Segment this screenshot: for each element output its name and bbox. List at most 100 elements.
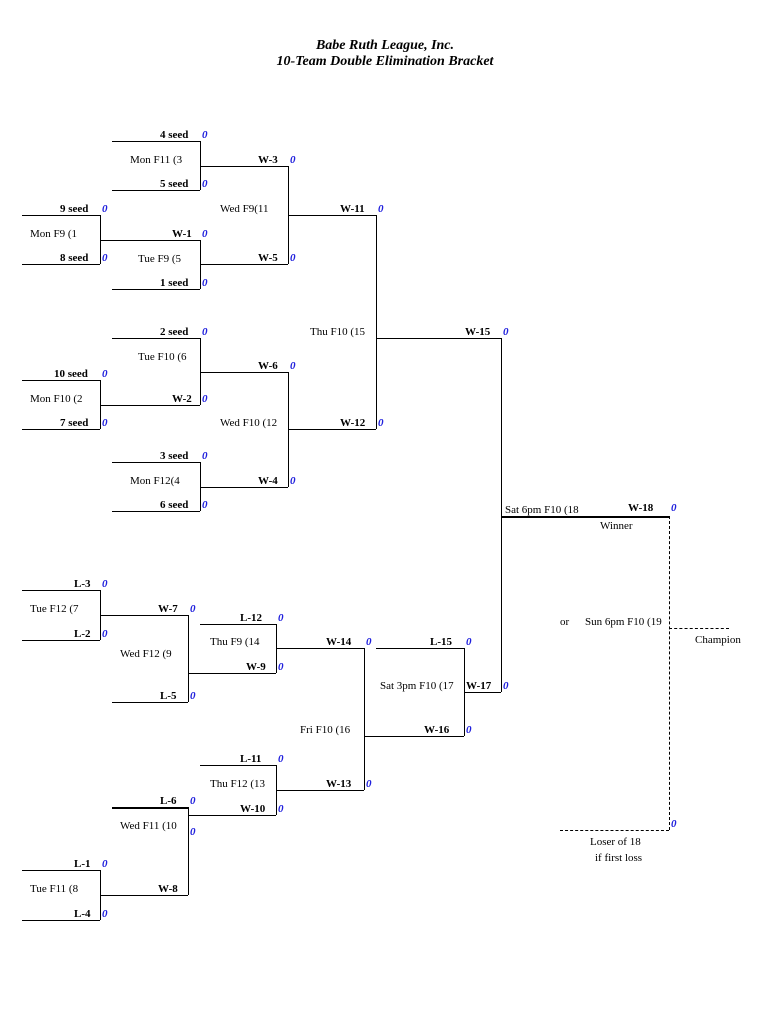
score: 0 xyxy=(290,475,296,487)
adv-l15: L-15 xyxy=(430,636,452,648)
adv-l6: L-6 xyxy=(160,795,177,807)
score: 0 xyxy=(290,360,296,372)
game-18: Sat 6pm F10 (18 xyxy=(505,504,579,516)
score: 0 xyxy=(290,154,296,166)
adv-w7: W-7 xyxy=(158,603,178,615)
score: 0 xyxy=(671,818,677,830)
adv-w10: W-10 xyxy=(240,803,265,815)
score: 0 xyxy=(102,203,108,215)
winner-label: Winner xyxy=(600,520,633,532)
champion-label: Champion xyxy=(695,634,741,646)
adv-w17: W-17 xyxy=(466,680,491,692)
score: 0 xyxy=(366,778,372,790)
score: 0 xyxy=(102,578,108,590)
game-3: Mon F11 (3 xyxy=(130,154,182,166)
adv-w8: W-8 xyxy=(158,883,178,895)
game-8: Tue F11 (8 xyxy=(30,883,78,895)
score: 0 xyxy=(202,393,208,405)
adv-l2: L-2 xyxy=(74,628,91,640)
adv-w6: W-6 xyxy=(258,360,278,372)
score: 0 xyxy=(190,795,196,807)
score: 0 xyxy=(466,636,472,648)
score: 0 xyxy=(278,753,284,765)
adv-l5: L-5 xyxy=(160,690,177,702)
seed-1: 1 seed xyxy=(160,277,188,289)
score: 0 xyxy=(102,908,108,920)
game-6: Tue F10 (6 xyxy=(138,351,187,363)
score: 0 xyxy=(102,417,108,429)
seed-4: 4 seed xyxy=(160,129,188,141)
score: 0 xyxy=(202,178,208,190)
bracket-diagram: 9 seed 0 8 seed 0 Mon F9 (1 10 seed 0 7 … xyxy=(0,0,770,1024)
score: 0 xyxy=(466,724,472,736)
score: 0 xyxy=(102,252,108,264)
adv-w14: W-14 xyxy=(326,636,351,648)
score: 0 xyxy=(366,636,372,648)
score: 0 xyxy=(102,628,108,640)
adv-l12: L-12 xyxy=(240,612,262,624)
score: 0 xyxy=(278,803,284,815)
game-9: Wed F12 (9 xyxy=(120,648,172,660)
score: 0 xyxy=(102,858,108,870)
adv-l3: L-3 xyxy=(74,578,91,590)
or-label: or xyxy=(560,616,569,628)
game-4: Mon F12(4 xyxy=(130,475,180,487)
score: 0 xyxy=(190,690,196,702)
score: 0 xyxy=(503,680,509,692)
seed-9: 9 seed xyxy=(60,203,88,215)
game-10: Wed F11 (10 xyxy=(120,820,177,832)
game-12: Wed F10 (12 xyxy=(220,417,277,429)
score: 0 xyxy=(202,277,208,289)
adv-w15: W-15 xyxy=(465,326,490,338)
game-16: Fri F10 (16 xyxy=(300,724,350,736)
adv-w13: W-13 xyxy=(326,778,351,790)
score: 0 xyxy=(102,368,108,380)
score: 0 xyxy=(202,228,208,240)
seed-10: 10 seed xyxy=(54,368,88,380)
adv-l4: L-4 xyxy=(74,908,91,920)
score: 0 xyxy=(378,417,384,429)
game-1: Mon F9 (1 xyxy=(30,228,77,240)
game-5: Tue F9 (5 xyxy=(138,253,181,265)
adv-w18: W-18 xyxy=(628,502,653,514)
game-17: Sat 3pm F10 (17 xyxy=(380,680,454,692)
game-13: Thu F12 (13 xyxy=(210,778,265,790)
seed-3: 3 seed xyxy=(160,450,188,462)
adv-w3: W-3 xyxy=(258,154,278,166)
adv-w4: W-4 xyxy=(258,475,278,487)
seed-2: 2 seed xyxy=(160,326,188,338)
score: 0 xyxy=(202,499,208,511)
score: 0 xyxy=(190,826,196,838)
score: 0 xyxy=(278,612,284,624)
if-first-loss: if first loss xyxy=(595,852,642,864)
adv-l11: L-11 xyxy=(240,753,261,765)
adv-l1: L-1 xyxy=(74,858,91,870)
seed-8: 8 seed xyxy=(60,252,88,264)
adv-w12: W-12 xyxy=(340,417,365,429)
game-19: Sun 6pm F10 (19 xyxy=(585,616,662,628)
score: 0 xyxy=(278,661,284,673)
adv-w11: W-11 xyxy=(340,203,365,215)
score: 0 xyxy=(202,326,208,338)
seed-5: 5 seed xyxy=(160,178,188,190)
score: 0 xyxy=(202,450,208,462)
game-11: Wed F9(11 xyxy=(220,203,269,215)
adv-w2: W-2 xyxy=(172,393,192,405)
game-7: Tue F12 (7 xyxy=(30,603,79,615)
loser-18: Loser of 18 xyxy=(590,836,641,848)
score: 0 xyxy=(202,129,208,141)
score: 0 xyxy=(671,502,677,514)
adv-w9: W-9 xyxy=(246,661,266,673)
adv-w1: W-1 xyxy=(172,228,192,240)
score: 0 xyxy=(503,326,509,338)
seed-6: 6 seed xyxy=(160,499,188,511)
score: 0 xyxy=(290,252,296,264)
game-2: Mon F10 (2 xyxy=(30,393,83,405)
score: 0 xyxy=(378,203,384,215)
game-14: Thu F9 (14 xyxy=(210,636,260,648)
adv-w16: W-16 xyxy=(424,724,449,736)
game-15: Thu F10 (15 xyxy=(310,326,365,338)
seed-7: 7 seed xyxy=(60,417,88,429)
score: 0 xyxy=(190,603,196,615)
adv-w5: W-5 xyxy=(258,252,278,264)
